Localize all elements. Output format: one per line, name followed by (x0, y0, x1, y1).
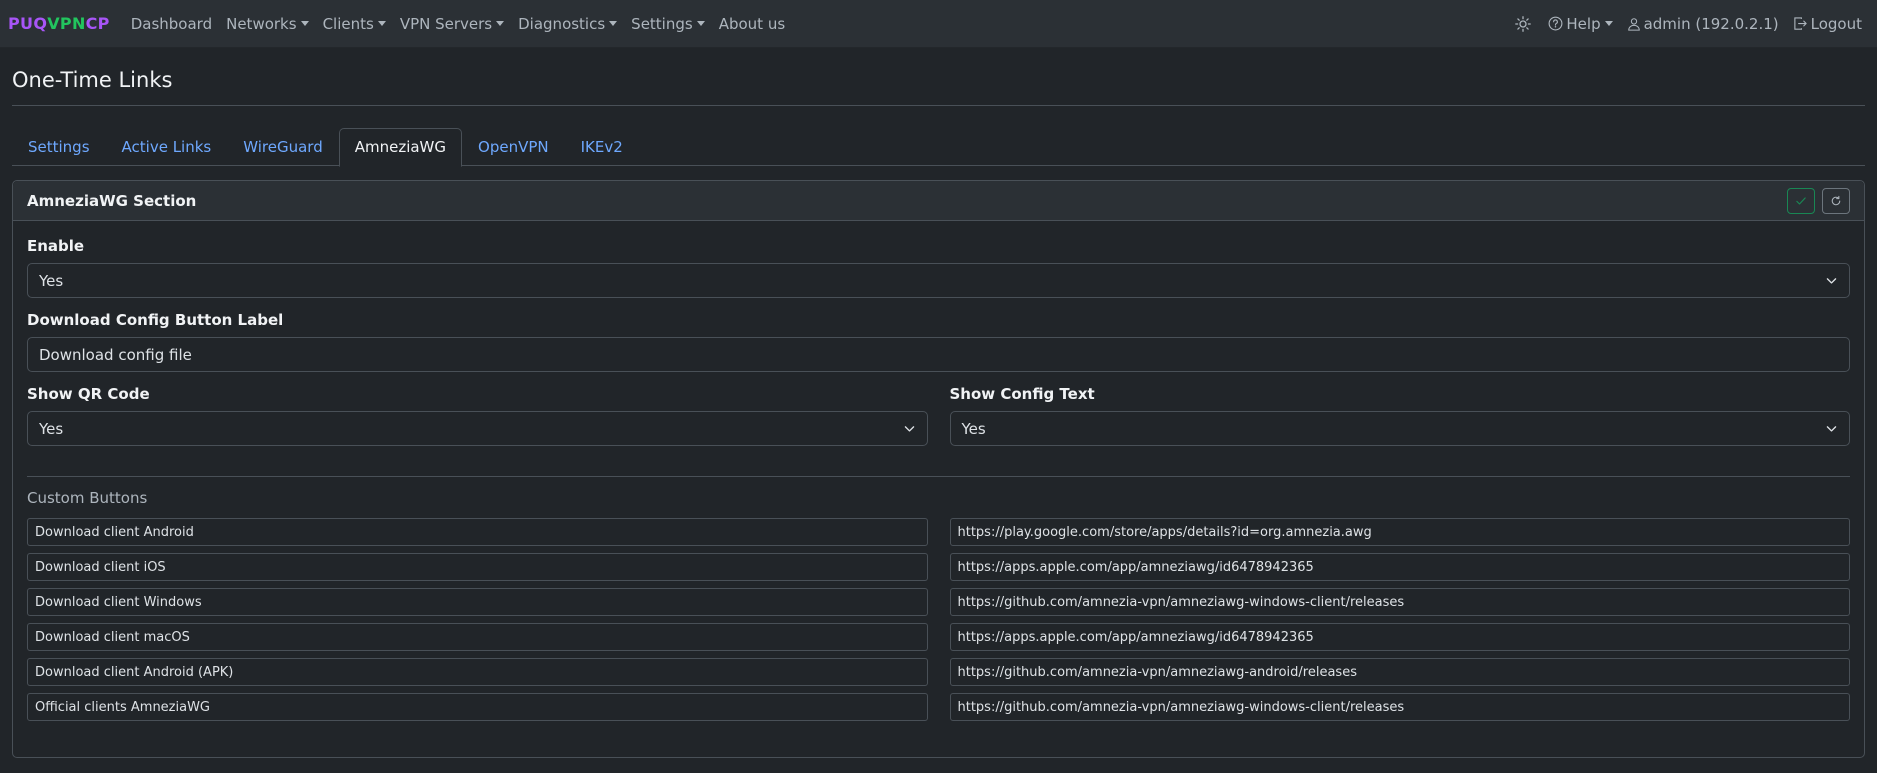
show-config-select[interactable]: Yes (949, 411, 1850, 446)
show-config-col: Show Config Text Yes (949, 385, 1850, 446)
custom-button-url-input[interactable]: https://apps.apple.com/app/amneziawg/id6… (949, 623, 1850, 651)
chevron-down-icon (696, 21, 705, 26)
page-content: One-Time Links Settings Active Links WireG… (0, 48, 1877, 758)
custom-button-label-input[interactable]: Download client macOS (27, 623, 928, 651)
nav-item-label: Clients (322, 14, 374, 33)
chevron-down-icon (903, 422, 916, 435)
custom-button-row: Official clients AmneziaWG https://github… (27, 693, 1850, 721)
enable-select-value: Yes (39, 271, 64, 290)
chevron-down-icon (609, 21, 618, 26)
tab-bar: Settings Active Links WireGuard AmneziaWG Op… (12, 128, 1865, 167)
custom-button-url-input[interactable]: https://play.google.com/store/apps/detai… (949, 518, 1850, 546)
tab-wireguard[interactable]: WireGuard (227, 128, 338, 165)
nav-item-label: Settings (631, 14, 693, 33)
brand-part-2: VPN (47, 14, 86, 33)
custom-button-label-input[interactable]: Official clients AmneziaWG (27, 693, 928, 721)
custom-button-row: Download client Android (APK) https://git… (27, 658, 1850, 686)
sun-icon (1515, 15, 1532, 32)
nav-item-settings[interactable]: Settings (624, 15, 712, 33)
card-actions (1787, 187, 1850, 214)
custom-button-label-input[interactable]: Download client Windows (27, 588, 928, 616)
tab-ikev2[interactable]: IKEv2 (565, 128, 639, 165)
check-icon (1795, 195, 1807, 207)
chevron-down-icon (1604, 21, 1613, 26)
nav-item-networks[interactable]: Networks (219, 15, 315, 33)
chevron-down-icon (377, 21, 386, 26)
amneziawg-card: AmneziaWG Section Enable Yes Download Co… (12, 180, 1865, 758)
custom-button-url-input[interactable]: https://github.com/amnezia-vpn/amneziawg… (949, 658, 1850, 686)
download-config-input[interactable]: Download config file (27, 337, 1850, 372)
chevron-down-icon (1825, 274, 1838, 287)
show-config-value: Yes (961, 419, 986, 438)
custom-button-label-input[interactable]: Download client Android (APK) (27, 658, 928, 686)
chevron-down-icon (300, 21, 309, 26)
nav-item-diagnostics[interactable]: Diagnostics (511, 15, 624, 33)
refresh-icon (1830, 195, 1842, 207)
tab-active-links[interactable]: Active Links (106, 128, 228, 165)
question-circle-icon (1548, 16, 1563, 31)
show-qr-label: Show QR Code (27, 385, 150, 403)
custom-button-row: Download client macOS https://apps.apple.… (27, 623, 1850, 651)
show-qr-value: Yes (39, 419, 64, 438)
card-header: AmneziaWG Section (13, 181, 1864, 221)
custom-button-row: Download client Windows https://github.co… (27, 588, 1850, 616)
show-config-label: Show Config Text (949, 385, 1095, 403)
section-divider (27, 476, 1850, 477)
nav-item-vpn-servers[interactable]: VPN Servers (393, 15, 511, 33)
logout-label: Logout (1810, 14, 1862, 33)
user-label: admin (192.0.2.1) (1643, 14, 1779, 33)
theme-toggle-button[interactable] (1508, 15, 1541, 32)
chevron-down-icon (1825, 422, 1838, 435)
enable-select[interactable]: Yes (27, 263, 1850, 298)
custom-button-url-input[interactable]: https://github.com/amnezia-vpn/amneziawg… (949, 588, 1850, 616)
tab-amneziawg[interactable]: AmneziaWG (338, 128, 463, 167)
custom-buttons-title: Custom Buttons (27, 489, 148, 507)
brand-logo[interactable]: PUQVPNCP (8, 14, 110, 33)
chevron-down-icon (496, 21, 505, 26)
help-label: Help (1566, 14, 1601, 33)
nav-item-about-us[interactable]: About us (712, 15, 792, 33)
save-button[interactable] (1787, 187, 1815, 214)
nav-item-label: VPN Servers (399, 14, 493, 33)
brand-part-1: PUQ (8, 14, 48, 33)
page-title: One-Time Links (12, 48, 1865, 106)
card-body: Enable Yes Download Config Button Label … (13, 237, 1864, 721)
enable-label: Enable (27, 237, 85, 255)
logout-link[interactable]: Logout (1786, 15, 1869, 33)
user-menu[interactable]: admin (192.0.2.1) (1620, 15, 1786, 33)
nav-item-label: Networks (226, 14, 297, 33)
nav-item-label: Dashboard (130, 14, 213, 33)
custom-button-row: Download client Android https://play.goog… (27, 518, 1850, 546)
user-icon (1627, 17, 1641, 31)
nav-item-label: Diagnostics (518, 14, 606, 33)
show-qr-select[interactable]: Yes (27, 411, 928, 446)
custom-button-label-input[interactable]: Download client iOS (27, 553, 928, 581)
download-config-label: Download Config Button Label (27, 311, 284, 329)
reset-button[interactable] (1822, 187, 1850, 214)
nav-item-dashboard[interactable]: Dashboard (124, 15, 219, 33)
show-qr-col: Show QR Code Yes (27, 385, 928, 446)
custom-button-row: Download client iOS https://apps.apple.co… (27, 553, 1850, 581)
show-options-row: Show QR Code Yes Show Config Text Yes (27, 385, 1850, 446)
nav-item-clients[interactable]: Clients (316, 15, 393, 33)
card-title: AmneziaWG Section (27, 191, 197, 210)
nav-item-label: About us (718, 14, 786, 33)
logout-icon (1793, 16, 1808, 31)
main-nav: Dashboard Networks Clients VPN Servers Diagn… (124, 15, 792, 33)
top-navbar: PUQVPNCP Dashboard Networks Clients VPN Ser… (0, 0, 1877, 48)
custom-button-url-input[interactable]: https://apps.apple.com/app/amneziawg/id6… (949, 553, 1850, 581)
tab-openvpn[interactable]: OpenVPN (462, 128, 565, 165)
tab-settings[interactable]: Settings (12, 128, 106, 165)
user-nav: Help admin (192.0.2.1) Logout (1508, 15, 1869, 33)
help-menu[interactable]: Help (1541, 15, 1619, 33)
custom-button-label-input[interactable]: Download client Android (27, 518, 928, 546)
custom-button-url-input[interactable]: https://github.com/amnezia-vpn/amneziawg… (949, 693, 1850, 721)
custom-buttons-list: Download client Android https://play.goog… (27, 518, 1850, 721)
brand-part-3: CP (85, 14, 110, 33)
